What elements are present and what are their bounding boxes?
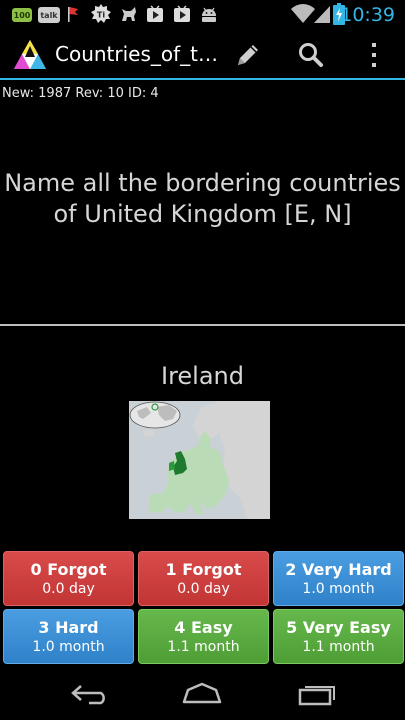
rating-button-3[interactable]: 3 Hard 1.0 month xyxy=(3,609,134,664)
back-icon xyxy=(71,685,105,705)
question-text: Name all the bordering countries of Unit… xyxy=(4,169,401,228)
recent-apps-button[interactable] xyxy=(291,678,341,710)
home-button[interactable] xyxy=(177,678,227,710)
overflow-menu-button[interactable] xyxy=(354,35,394,75)
search-icon xyxy=(299,43,323,67)
rating-button-4[interactable]: 4 Easy 1.1 month xyxy=(138,609,269,664)
rating-label: 0 Forgot xyxy=(30,559,107,579)
recent-apps-icon xyxy=(298,686,335,706)
edit-button[interactable] xyxy=(228,35,268,75)
rating-button-2[interactable]: 2 Very Hard 1.0 month xyxy=(273,551,404,606)
android-icon xyxy=(199,5,219,23)
back-button[interactable] xyxy=(66,678,116,710)
edit-icon xyxy=(238,45,258,65)
play-store-icon xyxy=(173,5,191,23)
deck-title: Countries_of_t… xyxy=(55,42,219,66)
rating-interval: 1.1 month xyxy=(302,638,375,655)
map-image xyxy=(129,401,270,519)
clock: 10:39 xyxy=(340,4,395,26)
rating-interval: 0.0 day xyxy=(177,580,230,597)
ti-icon: Ti xyxy=(90,4,112,23)
navigation-bar xyxy=(0,668,405,720)
action-bar: Countries_of_t… xyxy=(0,30,405,80)
rating-interval: 1.1 month xyxy=(167,638,240,655)
rating-button-0[interactable]: 0 Forgot 0.0 day xyxy=(3,551,134,606)
divider xyxy=(0,324,405,326)
rating-label: 4 Easy xyxy=(174,617,233,637)
app-logo-icon[interactable] xyxy=(12,37,48,73)
home-icon xyxy=(182,682,222,704)
rating-label: 5 Very Easy xyxy=(286,617,391,637)
card-info: New: 1987 Rev: 10 ID: 4 xyxy=(2,86,159,101)
rating-label: 1 Forgot xyxy=(165,559,242,579)
battery-100-icon: 100 xyxy=(12,8,32,22)
status-bar: 100 talk Ti 10:39 xyxy=(0,0,405,30)
rating-button-5[interactable]: 5 Very Easy 1.1 month xyxy=(273,609,404,664)
rating-interval: 1.0 month xyxy=(302,580,375,597)
rating-label: 2 Very Hard xyxy=(285,559,392,579)
rating-button-1[interactable]: 1 Forgot 0.0 day xyxy=(138,551,269,606)
rating-label: 3 Hard xyxy=(38,617,99,637)
talk-icon: talk xyxy=(38,7,60,23)
rating-interval: 0.0 day xyxy=(42,580,95,597)
answer-text: Ireland xyxy=(160,362,244,390)
signal-icon xyxy=(312,5,332,23)
svg-text:Ti: Ti xyxy=(97,11,105,20)
overflow-menu-icon xyxy=(372,43,376,67)
search-button[interactable] xyxy=(291,35,331,75)
play-store-icon xyxy=(146,5,164,23)
flag-icon xyxy=(66,5,80,23)
rating-interval: 1.0 month xyxy=(32,638,105,655)
creature-icon xyxy=(119,5,139,23)
